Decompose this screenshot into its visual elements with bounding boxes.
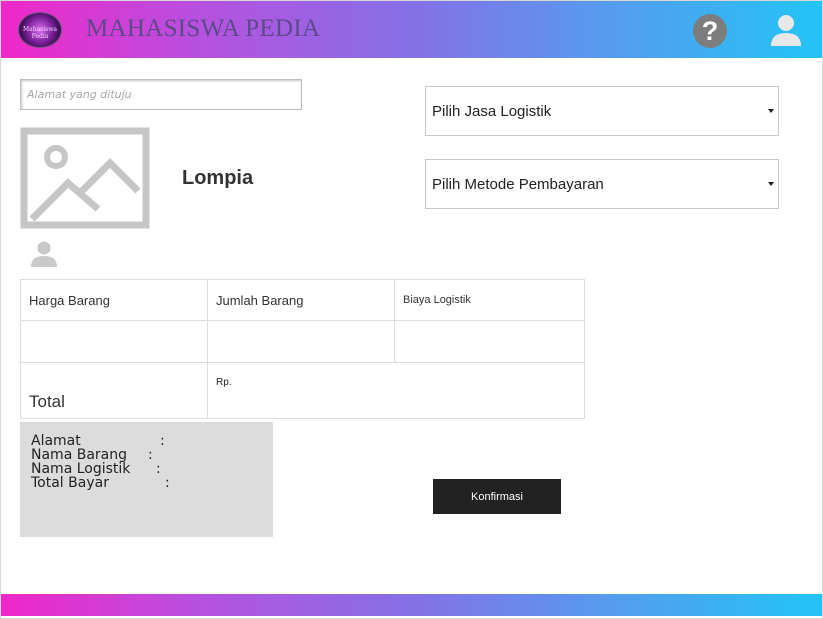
image-placeholder-icon [20, 127, 150, 229]
user-avatar-icon[interactable] [768, 12, 804, 48]
header-jumlah-barang: Jumlah Barang [207, 279, 395, 321]
summary-row-alamat: Alamat : [31, 434, 165, 448]
help-icon[interactable]: ? [693, 14, 727, 48]
summary-row-nama-barang: Nama Barang : [31, 448, 153, 462]
logistics-select[interactable]: Pilih Jasa Logistik [425, 86, 779, 136]
caret-down-icon [768, 182, 774, 186]
payment-select[interactable]: Pilih Metode Pembayaran [425, 159, 779, 209]
biaya-logistik-cell [394, 320, 585, 363]
footer-bar [1, 594, 822, 616]
brand-title: MAHASISWA PEDIA [86, 15, 321, 42]
summary-colon: : [165, 475, 170, 491]
user-icon [31, 241, 57, 267]
logistics-select-label: Pilih Jasa Logistik [432, 103, 552, 120]
total-row: Total Rp. [20, 362, 585, 419]
summary-label: Total Bayar [31, 475, 109, 491]
university-logo-icon[interactable]: Mahasiswa Pedia [18, 12, 62, 48]
summary-colon: : [156, 461, 161, 477]
caret-down-icon [768, 109, 774, 113]
table-header-row: Harga Barang Jumlah Barang Biaya Logisti… [20, 279, 585, 321]
summary-colon: : [160, 433, 165, 449]
summary-colon: : [148, 447, 153, 463]
table-row [20, 320, 585, 363]
summary-row-nama-logistik: Nama Logistik : [31, 462, 161, 476]
product-name: Lompia [182, 167, 254, 189]
jumlah-barang-cell [207, 320, 395, 363]
cost-table: Harga Barang Jumlah Barang Biaya Logisti… [20, 279, 585, 419]
logo-text: Mahasiswa Pedia [23, 26, 57, 40]
address-input[interactable] [20, 79, 302, 110]
total-value: Rp. [207, 362, 585, 419]
header-biaya-logistik: Biaya Logistik [394, 279, 585, 321]
payment-select-label: Pilih Metode Pembayaran [432, 176, 604, 193]
total-label: Total [20, 362, 208, 419]
confirm-button[interactable]: Konfirmasi [433, 479, 561, 514]
order-summary: Alamat : Nama Barang : Nama Logistik : T… [20, 422, 273, 537]
top-header: Mahasiswa Pedia MAHASISWA PEDIA ? [1, 1, 822, 58]
summary-row-total-bayar: Total Bayar : [31, 475, 170, 491]
header-harga-barang: Harga Barang [20, 279, 208, 321]
harga-barang-cell [20, 320, 208, 363]
